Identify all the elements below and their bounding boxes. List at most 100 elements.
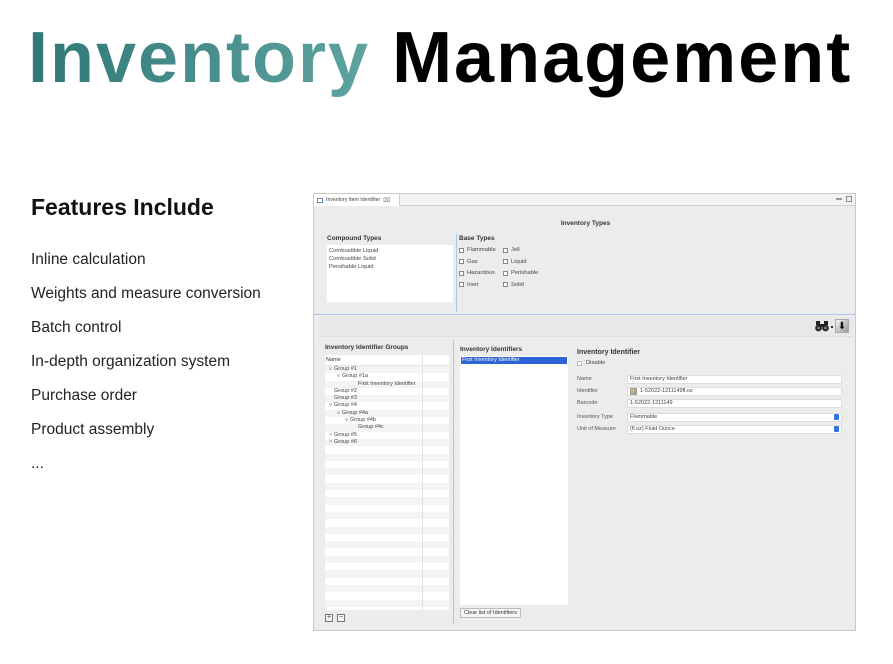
- inventory-type-label: Inventory Type: [577, 414, 613, 420]
- compound-types-list[interactable]: Combustible Liquid Combustible Solid Per…: [327, 245, 453, 302]
- tree-row-empty: [325, 482, 449, 491]
- tree-row-empty: [325, 563, 449, 570]
- tree-row-label: Group #5: [334, 431, 357, 438]
- checkbox-hazardous[interactable]: Hazardous: [459, 269, 503, 277]
- groups-tree[interactable]: Name ∨ Group #1 ∨ Group #1a First Inventory …: [325, 355, 449, 610]
- tree-row[interactable]: Group #3: [325, 395, 449, 403]
- maximize-icon[interactable]: [846, 196, 852, 202]
- horizontal-sash[interactable]: [314, 314, 855, 315]
- column-header-name[interactable]: Name: [325, 355, 449, 366]
- tree-row[interactable]: ∨ Group #1: [325, 366, 449, 374]
- tab-label: Inventory Item Identifier: [326, 197, 381, 203]
- checkbox-box[interactable]: [503, 247, 508, 253]
- chevron-right-icon[interactable]: >: [327, 439, 334, 446]
- tree-row-empty: [325, 584, 449, 593]
- chevron-down-icon[interactable]: ∨: [335, 410, 342, 417]
- identifiers-label: Inventory Identifiers: [460, 346, 523, 353]
- feature-item: Batch control: [31, 319, 122, 336]
- identifier-label: Identifier: [577, 388, 599, 394]
- tree-row[interactable]: ∨ Group #4: [325, 402, 449, 409]
- base-types-section: Base Types Flammable Jell Gas Liquid Haz…: [459, 235, 543, 289]
- checkbox-inert[interactable]: Inert: [459, 281, 503, 289]
- close-icon[interactable]: ⌧: [383, 197, 390, 204]
- checkbox-box[interactable]: [503, 259, 508, 264]
- tree-row[interactable]: > Group #5: [325, 432, 449, 439]
- disable-label: Disable: [586, 360, 606, 366]
- identifier-groups-section: Inventory Identifier Groups Name ∨ Group …: [325, 344, 449, 622]
- select-stepper-icon: [834, 414, 839, 420]
- tree-row-empty: [325, 453, 449, 461]
- tree-row-empty: [325, 519, 449, 526]
- chevron-down-icon[interactable]: ∨: [327, 366, 334, 373]
- tree-row-empty: [325, 475, 449, 482]
- name-field[interactable]: First Inventory Identifier: [627, 374, 842, 384]
- clear-identifiers-button[interactable]: Clear list of Identifiers: [460, 608, 521, 618]
- tree-row[interactable]: Group #2: [325, 388, 449, 395]
- checkbox-box[interactable]: [503, 270, 508, 276]
- checkbox-perishable[interactable]: Perishable: [503, 269, 543, 277]
- tree-row[interactable]: ∨ Group #4b: [325, 417, 449, 424]
- checkbox-label: Solid: [511, 281, 524, 288]
- checkbox-label: Gas: [467, 258, 478, 265]
- list-item-selected[interactable]: First Inventory Identifier: [461, 357, 567, 364]
- select-stepper-icon: [834, 426, 839, 432]
- feature-item: ...: [31, 455, 44, 472]
- tree-row-empty: [325, 526, 449, 534]
- identifiers-list[interactable]: First Inventory Identifier: [460, 356, 568, 605]
- add-group-button[interactable]: +: [325, 614, 333, 622]
- list-item[interactable]: Combustible Liquid: [329, 247, 451, 255]
- groups-label: Inventory Identifier Groups: [325, 344, 409, 351]
- tree-row[interactable]: First Inventory Identifier: [325, 380, 449, 388]
- unit-of-measure-select[interactable]: (fl.oz) Fluid Ounce: [627, 424, 842, 434]
- tree-row[interactable]: ∨ Group #4a: [325, 409, 449, 418]
- chevron-down-icon[interactable]: ∨: [335, 373, 342, 380]
- tree-row[interactable]: > Group #6: [325, 438, 449, 447]
- identifier-field[interactable]: 1-52022-1211149fl.oz: [627, 386, 842, 396]
- chevron-down-icon[interactable]: ∨: [343, 417, 350, 424]
- toolbar: ⬇: [319, 317, 853, 337]
- tree-row-empty: [325, 541, 449, 549]
- base-types-label: Base Types: [459, 235, 495, 242]
- compound-types-label: Compound Types: [327, 235, 382, 242]
- chevron-down-icon[interactable]: ∨: [327, 402, 334, 409]
- checkbox-box[interactable]: [459, 270, 464, 276]
- tab-inventory-item-identifier[interactable]: Inventory Item Identifier ⌧: [314, 194, 400, 206]
- checkbox-box[interactable]: [577, 360, 582, 366]
- checkbox-jell[interactable]: Jell: [503, 246, 543, 254]
- unit-of-measure-label: Unit of Measure: [577, 426, 616, 432]
- tree-row-empty: [325, 468, 449, 476]
- barcode-generate-icon[interactable]: [630, 387, 637, 395]
- tree-row-empty: [325, 570, 449, 578]
- tree-row-label: Group #2: [334, 387, 357, 394]
- minimize-icon[interactable]: [836, 196, 842, 200]
- tree-row[interactable]: ∨ Group #1a: [325, 373, 449, 380]
- features-heading: Features Include: [31, 194, 214, 220]
- checkbox-box[interactable]: [459, 259, 464, 264]
- checkbox-solid[interactable]: Solid: [503, 281, 543, 289]
- disable-checkbox[interactable]: Disable: [577, 360, 842, 366]
- checkbox-box[interactable]: [503, 282, 508, 287]
- checkbox-box[interactable]: [459, 247, 464, 253]
- divider[interactable]: [453, 340, 454, 624]
- remove-group-button[interactable]: −: [337, 614, 345, 622]
- checkbox-box[interactable]: [459, 282, 464, 287]
- checkbox-liquid[interactable]: Liquid: [503, 258, 543, 266]
- download-icon[interactable]: ⬇: [835, 319, 849, 333]
- list-item[interactable]: Persihable Liquid: [329, 263, 451, 271]
- checkbox-label: Liquid: [511, 258, 527, 265]
- checkbox-gas[interactable]: Gas: [459, 258, 503, 266]
- features-section: Features Include Inline calculation Weig…: [31, 194, 301, 489]
- list-item[interactable]: Combustible Solid: [329, 255, 451, 263]
- divider[interactable]: [456, 234, 457, 312]
- checkbox-flammable[interactable]: Flammable: [459, 246, 503, 254]
- barcode-field[interactable]: 1-52022-1211149: [627, 398, 842, 408]
- tree-row-empty: [325, 490, 449, 497]
- compound-types-section: Compound Types Combustible Liquid Combus…: [327, 235, 453, 302]
- title-management: Management: [392, 18, 853, 98]
- chevron-right-icon[interactable]: >: [327, 432, 334, 439]
- inventory-type-select[interactable]: Flammable: [627, 412, 842, 422]
- tree-row[interactable]: Group #4c: [325, 424, 449, 432]
- binoculars-icon[interactable]: [815, 321, 829, 334]
- dropdown-dot[interactable]: [831, 326, 833, 328]
- identifier-detail: Inventory Identifier Disable Name First …: [577, 349, 842, 435]
